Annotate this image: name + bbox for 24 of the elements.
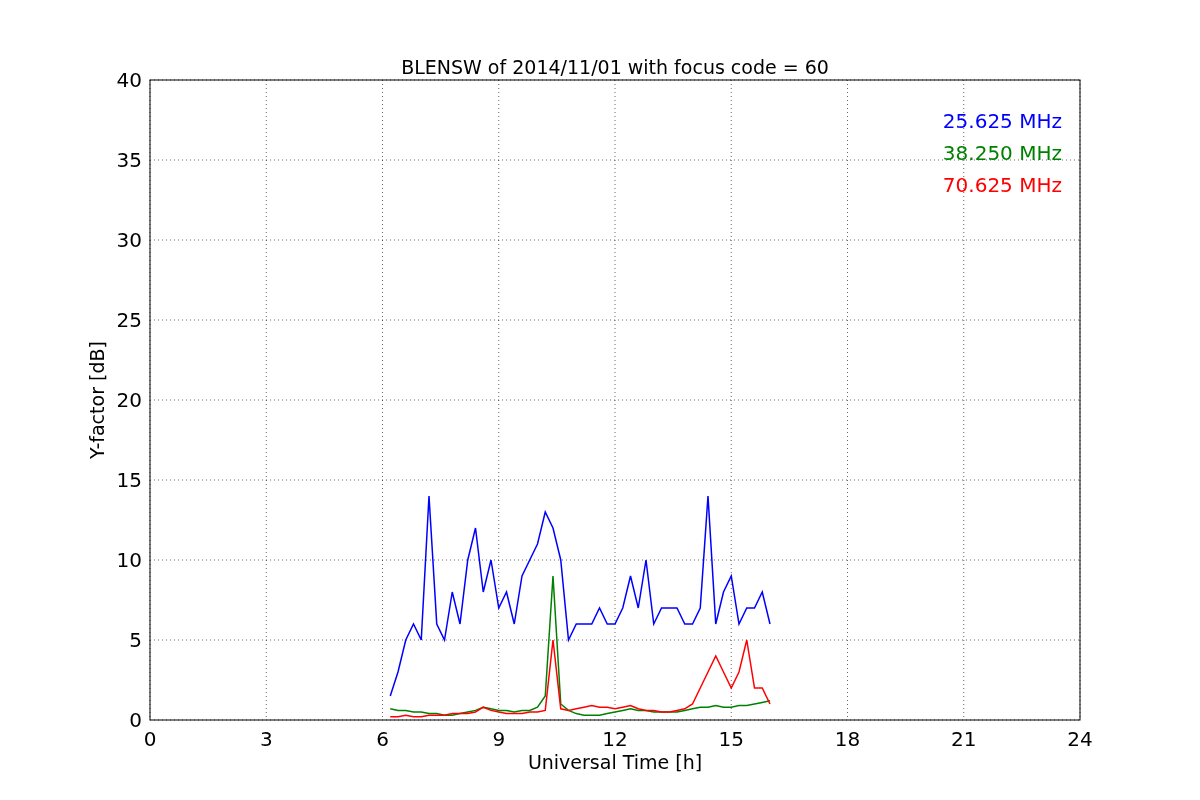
- y-axis-label: Y-factor [dB]: [86, 341, 108, 459]
- x-axis-label: Universal Time [h]: [527, 751, 703, 773]
- legend-label: 70.625 MHz: [942, 173, 1062, 197]
- y-tick-label: 30: [116, 228, 142, 252]
- x-tick-label: 24: [1067, 727, 1093, 751]
- x-tick-label: 6: [376, 727, 389, 751]
- y-tick-label: 20: [116, 388, 142, 412]
- legend-label: 25.625 MHz: [942, 109, 1062, 133]
- legend-label: 38.250 MHz: [942, 141, 1062, 165]
- y-tick-label: 40: [116, 68, 142, 92]
- y-tick-label: 5: [129, 628, 142, 652]
- y-tick-label: 15: [116, 468, 142, 492]
- x-tick-label: 0: [143, 727, 157, 751]
- x-tick-label: 3: [259, 727, 273, 751]
- y-tick-label: 35: [116, 148, 142, 172]
- chart-title: BLENSW of 2014/11/01 with focus code = 60: [401, 56, 829, 78]
- x-tick-label: 12: [602, 727, 628, 751]
- y-tick-label: 10: [116, 548, 142, 572]
- x-tick-label: 18: [834, 727, 861, 751]
- y-tick-label: 0: [129, 708, 142, 732]
- y-tick-label: 25: [116, 308, 142, 332]
- x-tick-label: 9: [492, 727, 506, 751]
- x-tick-label: 21: [951, 727, 977, 751]
- x-tick-label: 15: [718, 727, 744, 751]
